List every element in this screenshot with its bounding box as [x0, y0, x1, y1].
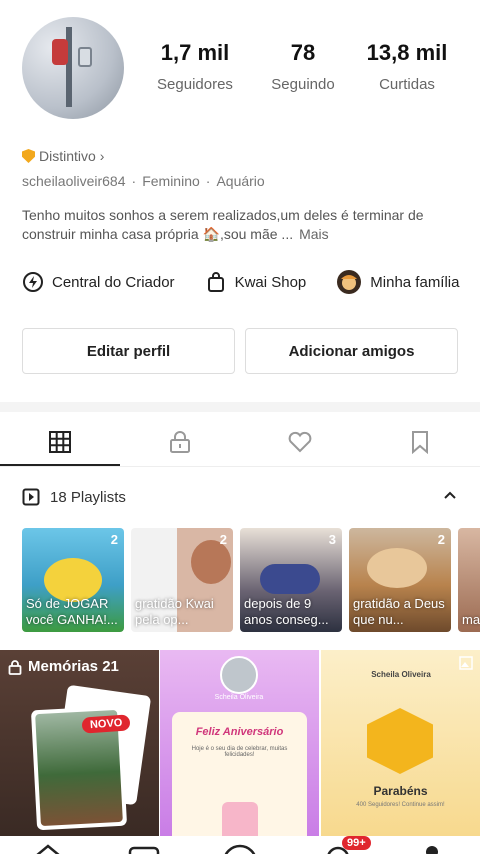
edit-profile-button[interactable]: Editar perfil — [22, 328, 235, 374]
playlist-icon — [22, 488, 40, 506]
playlist-count: 2 — [437, 532, 445, 547]
congrats-video-cell[interactable]: Scheila Oliveira Parabéns 400 Seguidores… — [321, 650, 480, 836]
add-friends-button[interactable]: Adicionar amigos — [245, 328, 458, 374]
zodiac-sign: Aquário — [216, 173, 265, 189]
playlist-caption: gratidão a Deus que nu... — [353, 596, 445, 627]
home-icon[interactable] — [34, 844, 62, 854]
tabs-baseline — [0, 466, 480, 467]
memories-label: Memórias 21 — [28, 658, 119, 675]
profile-avatar[interactable] — [22, 17, 124, 119]
shopping-bag-icon — [207, 272, 224, 292]
chevron-up-icon[interactable] — [442, 487, 458, 503]
playlist-item[interactable]: ma de — [458, 528, 480, 632]
followers-label: Seguidores — [157, 76, 233, 93]
stat-followers[interactable]: 1,7 mil Seguidores — [140, 40, 250, 93]
distinctive-badge-row[interactable]: Distintivo › — [22, 148, 104, 164]
stat-likes[interactable]: 13,8 mil Curtidas — [352, 40, 462, 93]
avatar-bag-shape — [52, 39, 68, 65]
meta-separator: · — [205, 173, 211, 189]
playlist-count: 2 — [110, 532, 118, 547]
playlist-item[interactable]: 2 Só de JOGAR você GANHA!... — [22, 528, 124, 632]
birthday-video-cell[interactable]: Scheila Oliveira Feliz Aniversário Hoje … — [160, 650, 319, 836]
username: scheilaoliveir684 — [22, 173, 126, 189]
heart-icon — [288, 431, 312, 453]
section-divider — [0, 402, 480, 412]
congrats-title: Parabéns — [373, 784, 428, 798]
birthday-card-title: Feliz Aniversário — [195, 726, 284, 738]
kwai-shop-label: Kwai Shop — [234, 273, 307, 291]
followers-count: 1,7 mil — [160, 40, 230, 65]
achievement-medal-icon — [367, 708, 433, 774]
tab-private[interactable] — [120, 418, 240, 466]
kwai-shop-link[interactable]: Kwai Shop — [205, 271, 307, 293]
playlists-count-label: 18 Playlists — [50, 488, 126, 506]
meta-separator: · — [131, 173, 137, 189]
tab-grid[interactable] — [0, 418, 120, 466]
memories-cell[interactable]: NOVO Memórias 21 — [0, 650, 159, 836]
video-grid: NOVO Memórias 21 Scheila Oliveira Feliz … — [0, 650, 480, 836]
playlist-caption: ma de — [462, 612, 480, 627]
family-avatar-icon — [337, 270, 362, 294]
following-count: 78 — [290, 40, 316, 65]
birthday-card-text: Hoje é o seu dia de celebrar, muitas fel… — [191, 746, 288, 758]
profile-meta: scheilaoliveir684 · Feminino · Aquário — [22, 173, 265, 189]
create-icon[interactable] — [222, 844, 258, 854]
bottom-nav — [0, 836, 480, 854]
creator-center-link[interactable]: Central do Criador — [22, 271, 175, 293]
playlist-caption: gratidão Kwai pela op... — [135, 596, 214, 627]
tab-saved[interactable] — [360, 418, 480, 466]
birthday-card: Feliz Aniversário Hoje é o seu dia de ce… — [172, 712, 307, 836]
grid-icon — [49, 431, 71, 453]
lock-icon — [8, 659, 22, 675]
playlist-caption: depois de 9 anos conseg... — [244, 596, 329, 627]
bookmark-icon — [412, 431, 428, 454]
avatar-pole-shape — [66, 27, 72, 107]
creator-center-label: Central do Criador — [52, 273, 175, 291]
playlist-item[interactable]: 2 gratidão a Deus que nu... — [349, 528, 451, 632]
tab-likes[interactable] — [240, 418, 360, 466]
birthday-card-name: Scheila Oliveira — [214, 694, 264, 701]
shield-badge-icon — [22, 149, 35, 163]
playlists-header[interactable]: 18 Playlists — [22, 485, 462, 509]
lock-icon — [170, 431, 190, 453]
playlist-item[interactable]: 2 gratidão Kwai pela op... — [131, 528, 233, 632]
family-link[interactable]: Minha família — [336, 269, 459, 295]
playlist-count: 2 — [219, 532, 227, 547]
badge-label: Distintivo — [39, 148, 96, 164]
following-label: Seguindo — [271, 76, 335, 93]
bio-text: Tenho muitos sonhos a serem realizados,u… — [22, 207, 424, 242]
avatar — [220, 656, 258, 694]
likes-label: Curtidas — [379, 76, 435, 93]
memories-label-row: Memórias 21 — [8, 658, 119, 675]
bio-more-link[interactable]: Mais — [299, 226, 329, 242]
playlist-item[interactable]: 3 depois de 9 anos conseg... — [240, 528, 342, 632]
playlist-thumb-shape — [367, 548, 427, 588]
stat-following[interactable]: 78 Seguindo — [248, 40, 358, 93]
content-tabs — [0, 418, 480, 466]
profile-screen: 1,7 mil Seguidores 78 Seguindo 13,8 mil … — [0, 0, 480, 854]
profile-icon[interactable] — [424, 844, 440, 854]
notification-badge: 99+ — [342, 836, 371, 850]
profile-stats: 1,7 mil Seguidores 78 Seguindo 13,8 mil … — [140, 40, 480, 100]
chevron-right-icon: › — [99, 148, 105, 164]
bolt-circle-icon — [23, 272, 43, 292]
playlist-count: 3 — [328, 532, 336, 547]
discover-icon[interactable] — [128, 844, 160, 854]
quick-links: Central do Criador Kwai Shop Minha famíl… — [22, 266, 480, 298]
avatar-bag2-shape — [78, 47, 92, 67]
likes-count: 13,8 mil — [366, 40, 448, 65]
playlist-thumbnails: 2 Só de JOGAR você GANHA!... 2 gratidão … — [22, 528, 480, 632]
profile-bio: Tenho muitos sonhos a serem realizados,u… — [22, 206, 462, 244]
playlist-caption: Só de JOGAR você GANHA!... — [26, 596, 118, 627]
cake-shape — [222, 802, 258, 836]
congrats-name: Scheila Oliveira — [371, 670, 431, 679]
family-label: Minha família — [370, 273, 460, 291]
image-icon — [459, 656, 473, 670]
gender: Feminino — [142, 173, 200, 189]
playlist-thumb-shape — [260, 564, 320, 594]
congrats-text: 400 Seguidores! Continue assim! — [356, 802, 445, 808]
